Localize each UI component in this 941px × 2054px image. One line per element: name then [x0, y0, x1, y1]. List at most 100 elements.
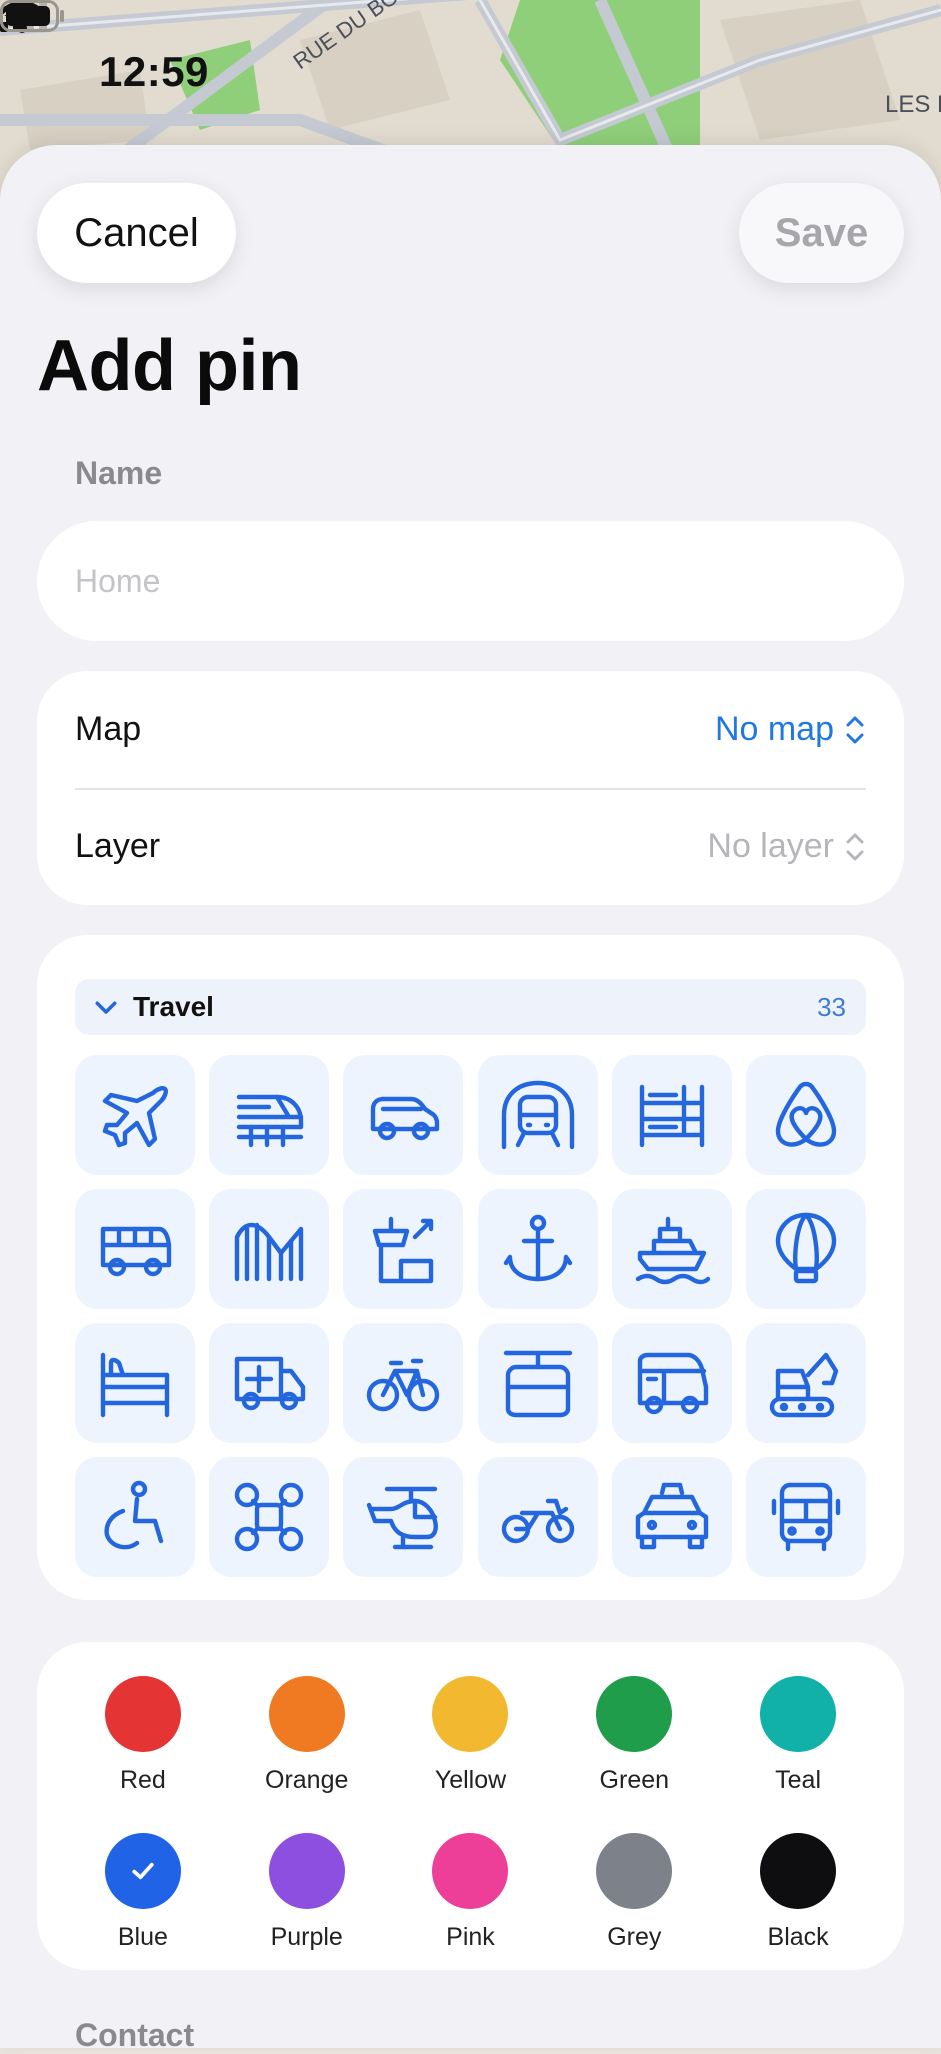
bicycle-icon: [367, 1358, 440, 1412]
color-name: Blue: [117, 1923, 168, 1951]
status-bar: 12:59: [0, 0, 941, 150]
icon-option-drone[interactable]: [209, 1457, 330, 1577]
icon-option-wheelchair[interactable]: [75, 1457, 195, 1577]
icon-option-subway[interactable]: [477, 1055, 598, 1175]
color-option-blue[interactable]: Blue: [61, 1833, 225, 1952]
map-value: No map: [714, 710, 834, 748]
color-name: Grey: [607, 1923, 662, 1951]
color-swatch[interactable]: [760, 1676, 837, 1752]
icon-picker-card: Travel 33: [37, 935, 904, 1600]
icon-option-bus-front[interactable]: [745, 1457, 866, 1577]
color-swatch[interactable]: [268, 1676, 345, 1752]
cable-car-icon: [503, 1350, 572, 1418]
icon-option-airbnb[interactable]: [745, 1055, 866, 1175]
color-name: Purple: [270, 1923, 343, 1951]
layer-value: No layer: [707, 827, 834, 865]
icon-option-roller-coaster[interactable]: [209, 1189, 330, 1309]
airbnb-icon: [775, 1081, 837, 1147]
color-option-teal[interactable]: Teal: [716, 1676, 880, 1795]
motorcycle-icon: [501, 1498, 574, 1544]
chevron-up-down-icon: [846, 716, 864, 743]
contact-section-label: Contact: [75, 2017, 195, 2053]
map-selector-row[interactable]: Map No map: [75, 671, 866, 790]
color-option-green[interactable]: Green: [552, 1676, 716, 1795]
add-pin-sheet: Cancel Save Add pin Name Map No map Laye…: [0, 145, 941, 2053]
name-label: Name: [75, 455, 163, 491]
color-swatch[interactable]: [268, 1833, 345, 1909]
name-input[interactable]: [37, 521, 904, 641]
chevron-down-icon: [95, 1001, 117, 1014]
category-name: Travel: [133, 991, 214, 1022]
bus-icon: [100, 1226, 172, 1277]
color-option-purple[interactable]: Purple: [225, 1833, 389, 1952]
color-swatch[interactable]: [432, 1676, 509, 1752]
color-option-black[interactable]: Black: [716, 1833, 880, 1952]
color-swatch[interactable]: [596, 1676, 673, 1752]
icon-option-control-tower[interactable]: [343, 1189, 464, 1309]
icon-option-bicycle[interactable]: [343, 1323, 464, 1443]
color-name: Red: [119, 1766, 166, 1794]
layer-label: Layer: [75, 827, 161, 865]
control-tower-icon: [373, 1216, 434, 1284]
icon-option-ship[interactable]: [611, 1189, 732, 1309]
icon-option-bunk-bed[interactable]: [611, 1055, 732, 1175]
car-icon: [371, 1096, 440, 1141]
layer-picker[interactable]: No layer: [707, 827, 866, 866]
icon-option-camper-van[interactable]: [611, 1323, 732, 1443]
icon-option-anchor[interactable]: [477, 1189, 598, 1309]
bus-front-icon: [771, 1482, 841, 1552]
icon-option-bus[interactable]: [75, 1189, 195, 1309]
icon-option-helicopter[interactable]: [343, 1457, 464, 1577]
taxi-icon: [635, 1482, 708, 1550]
map-layer-card: Map No map Layer No layer: [37, 671, 904, 905]
save-button[interactable]: Save: [739, 183, 904, 283]
checkmark-icon: [132, 1862, 154, 1880]
icon-option-motorcycle[interactable]: [477, 1457, 598, 1577]
airplane-icon: [102, 1086, 168, 1148]
drone-icon: [234, 1482, 304, 1552]
icon-option-hot-air-balloon[interactable]: [745, 1189, 866, 1309]
icon-option-excavator[interactable]: [745, 1323, 866, 1443]
icon-option-cable-car[interactable]: [477, 1323, 598, 1443]
icon-option-train[interactable]: [209, 1055, 330, 1175]
wheelchair-icon: [104, 1480, 164, 1550]
layer-selector-row[interactable]: Layer No layer: [75, 788, 866, 905]
train-icon: [236, 1094, 304, 1148]
color-option-orange[interactable]: Orange: [225, 1676, 389, 1795]
color-swatch[interactable]: [432, 1833, 509, 1909]
color-swatch[interactable]: [760, 1833, 837, 1909]
battery-icon: [0, 0, 64, 32]
helicopter-icon: [367, 1486, 439, 1550]
bunk-bed-icon: [639, 1084, 704, 1148]
icon-option-airplane[interactable]: [75, 1055, 195, 1175]
color-option-pink[interactable]: Pink: [389, 1833, 553, 1952]
color-option-red[interactable]: Red: [61, 1676, 225, 1795]
page-title: Add pin: [37, 326, 302, 406]
icon-option-bed[interactable]: [75, 1323, 195, 1443]
color-option-grey[interactable]: Grey: [552, 1833, 716, 1952]
icon-option-ambulance[interactable]: [209, 1323, 330, 1443]
color-name: Yellow: [434, 1766, 507, 1794]
map-label: Map: [75, 710, 142, 748]
category-header-travel[interactable]: Travel 33: [75, 979, 866, 1035]
roller-coaster-icon: [234, 1222, 304, 1282]
color-swatch[interactable]: [104, 1676, 181, 1752]
color-name: Pink: [446, 1923, 495, 1951]
color-swatch[interactable]: [104, 1833, 181, 1909]
icon-option-taxi[interactable]: [611, 1457, 732, 1577]
chevron-up-down-icon: [846, 833, 864, 860]
color-name: Black: [767, 1923, 829, 1951]
ambulance-icon: [234, 1356, 306, 1411]
subway-icon: [501, 1080, 574, 1150]
color-option-yellow[interactable]: Yellow: [389, 1676, 553, 1795]
color-name: Green: [599, 1766, 670, 1794]
category-count: 33: [817, 991, 846, 1022]
ship-icon: [635, 1216, 710, 1285]
icon-grid: [75, 1055, 866, 1577]
icon-option-car[interactable]: [343, 1055, 464, 1175]
cancel-button[interactable]: Cancel: [37, 183, 236, 283]
color-swatch[interactable]: [596, 1833, 673, 1909]
color-grid: Red Orange Yellow Green Teal Blue Purple…: [61, 1676, 880, 1952]
bed-icon: [100, 1352, 170, 1418]
map-picker[interactable]: No map: [715, 710, 866, 749]
